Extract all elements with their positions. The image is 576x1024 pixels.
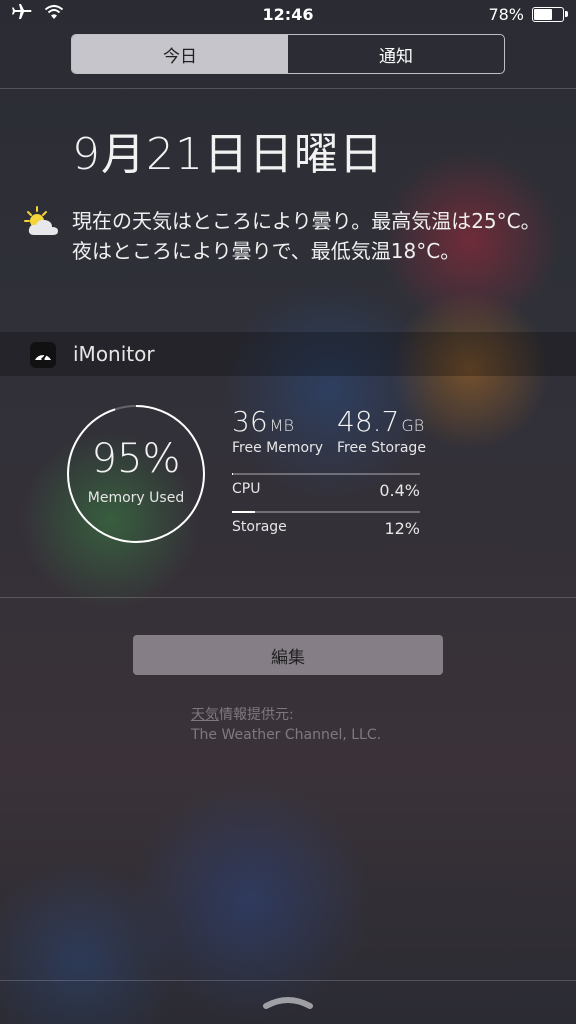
weather-link[interactable]: 天気 <box>191 707 219 723</box>
weather-summary: 現在の天気はところにより曇り。最高気温は25°C。夜はところにより曇りで、最低気… <box>72 209 541 263</box>
free-storage-unit: GB <box>401 416 425 435</box>
cpu-label: CPU <box>232 481 261 497</box>
storage-bar-fill <box>232 511 255 513</box>
free-memory-unit: MB <box>269 416 294 435</box>
storage-row: Storage 12% <box>232 511 420 538</box>
free-storage-label: Free Storage <box>337 440 426 456</box>
battery-percent: 78% <box>488 5 524 24</box>
bottom-divider <box>0 980 576 981</box>
free-memory-value: 36 <box>232 405 268 438</box>
battery-fill <box>534 9 552 20</box>
widget-title: iMonitor <box>73 342 155 366</box>
free-memory-label: Free Memory <box>232 440 324 456</box>
free-memory-stat: 36 MB Free Memory <box>232 405 323 456</box>
gauge-icon <box>35 352 51 361</box>
storage-bar-track <box>232 511 420 513</box>
segmented-control: 今日 通知 <box>71 34 505 74</box>
tab-today[interactable]: 今日 <box>72 35 288 73</box>
header-divider <box>0 88 576 89</box>
storage-value: 12% <box>384 519 420 538</box>
memory-used-percent: 95% <box>91 436 181 482</box>
widget-divider <box>0 597 576 598</box>
memory-used-label: Memory Used <box>87 490 185 506</box>
pull-up-handle-icon[interactable] <box>262 994 314 1010</box>
status-bar: 12:46 78% <box>0 0 576 30</box>
date-heading: 9月21日日曜日 <box>72 129 384 180</box>
cpu-row: CPU 0.4% <box>232 473 420 500</box>
storage-label: Storage <box>232 519 287 535</box>
cpu-value: 0.4% <box>379 481 420 500</box>
status-right: 78% <box>488 5 568 24</box>
free-storage-value: 48.7 <box>337 405 400 438</box>
battery-icon <box>532 7 568 22</box>
credit-line1: 情報提供元: <box>219 707 294 723</box>
cpu-bar-fill <box>232 473 233 475</box>
edit-button[interactable]: 編集 <box>133 635 443 675</box>
cpu-bar-track <box>232 473 420 475</box>
partly-cloudy-icon <box>24 206 58 235</box>
tab-notifications[interactable]: 通知 <box>288 35 504 73</box>
free-storage-stat: 48.7 GB Free Storage <box>337 405 426 456</box>
weather-credit: 天気情報提供元: The Weather Channel, LLC. <box>191 705 381 745</box>
imonitor-app-icon <box>30 342 56 368</box>
credit-line2: The Weather Channel, LLC. <box>191 727 382 743</box>
